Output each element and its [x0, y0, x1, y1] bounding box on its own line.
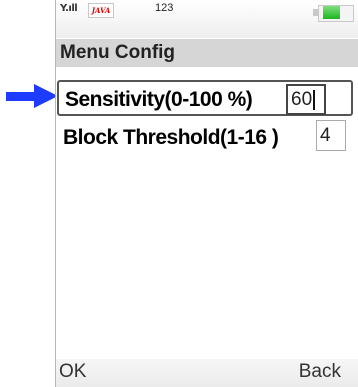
signal-strength-icon: Y.ıll [60, 3, 78, 14]
java-logo-text: JAVA [91, 6, 111, 15]
block-threshold-value: 4 [320, 125, 331, 146]
setting-row-block-threshold[interactable]: Block Threshold(1-16 ) 4 [57, 118, 353, 154]
status-number: 123 [155, 2, 174, 14]
ok-softkey[interactable]: OK [59, 361, 86, 383]
java-logo: JAVA [88, 3, 114, 18]
text-caret [313, 89, 316, 110]
back-softkey[interactable]: Back [299, 361, 341, 383]
phone-screen: Y.ıll JAVA 123 Menu Config Sensitivity(0… [55, 0, 358, 387]
title-bar: Menu Config [56, 39, 358, 67]
status-bar: Y.ıll JAVA 123 [56, 0, 358, 38]
block-threshold-label: Block Threshold(1-16 ) [63, 126, 279, 149]
sensitivity-value: 60 [291, 89, 313, 110]
page-title: Menu Config [60, 42, 176, 63]
battery-icon [313, 5, 354, 22]
sensitivity-input[interactable]: 60 [286, 84, 326, 115]
sensitivity-label: Sensitivity(0-100 %) [65, 88, 253, 111]
setting-row-sensitivity[interactable]: Sensitivity(0-100 %) 60 [57, 80, 353, 116]
battery-level-fill [323, 6, 340, 19]
softkey-bar: OK Back [56, 359, 358, 387]
pointer-arrow-icon [6, 84, 58, 108]
block-threshold-input[interactable]: 4 [316, 120, 346, 151]
